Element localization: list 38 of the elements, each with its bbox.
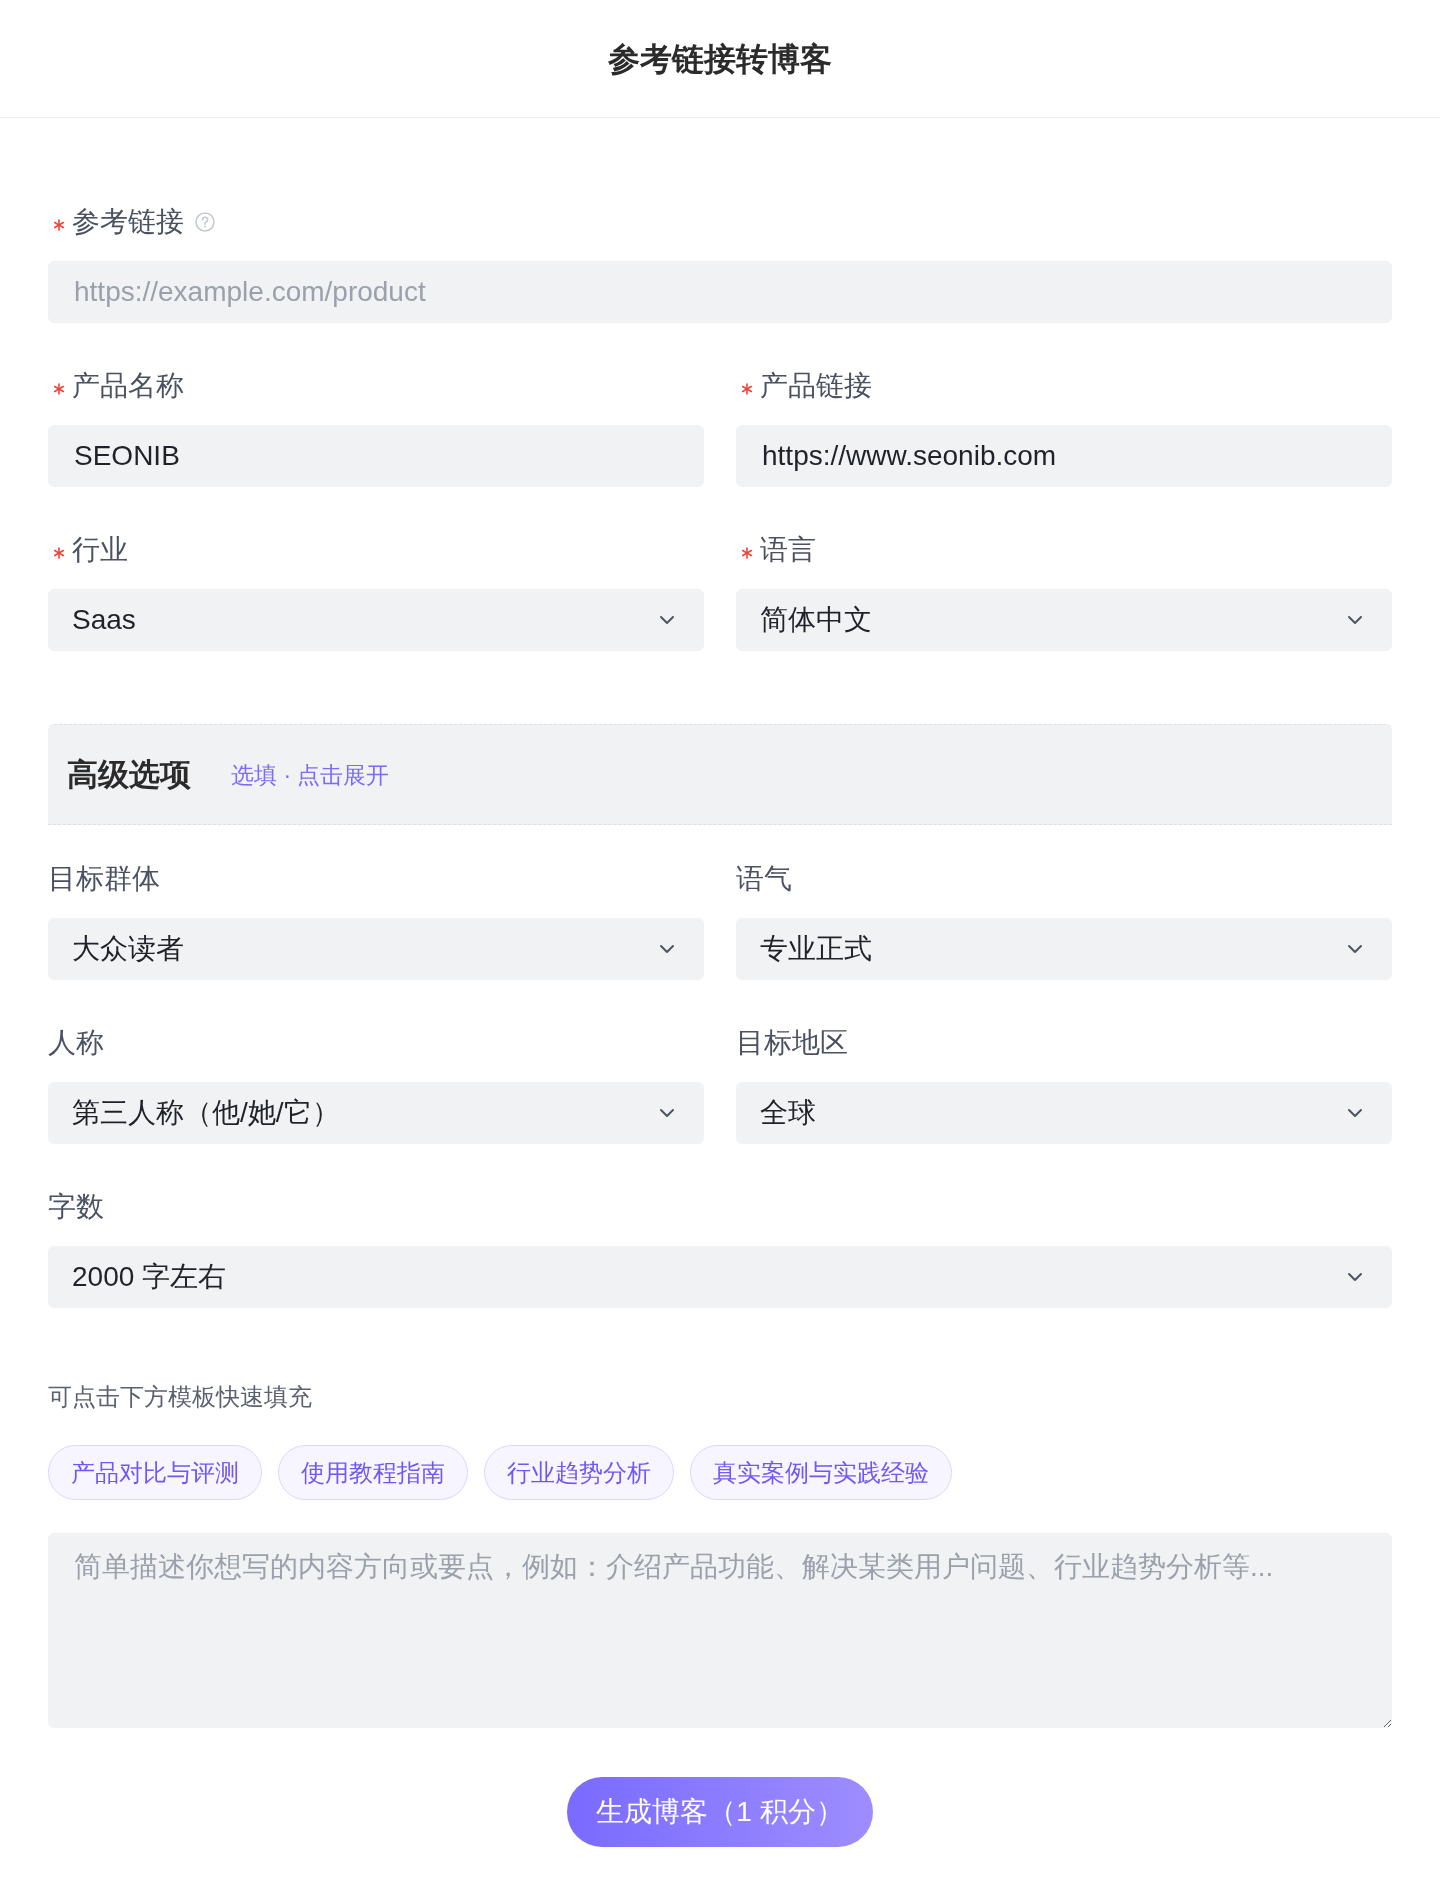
- field-label: 语气: [736, 862, 792, 896]
- template-chip[interactable]: 产品对比与评测: [48, 1445, 262, 1500]
- chevron-down-icon: [659, 1108, 675, 1118]
- chevron-down-icon: [1347, 1108, 1363, 1118]
- field-label: 字数: [48, 1190, 104, 1224]
- advanced-options-header[interactable]: 高级选项 选填 · 点击展开: [48, 724, 1392, 825]
- template-chip[interactable]: 行业趋势分析: [484, 1445, 674, 1500]
- chevron-down-icon: [1347, 615, 1363, 625]
- dropdown[interactable]: Saas: [48, 589, 704, 651]
- chevron-down-icon: [1347, 1272, 1363, 1282]
- field-label: 语言: [760, 533, 816, 567]
- field-label: 产品名称: [72, 369, 184, 403]
- text-input[interactable]: https://example.com/product: [48, 261, 1392, 323]
- chevron-down-icon: [659, 615, 675, 625]
- chevron-down-icon: [659, 944, 675, 954]
- dropdown[interactable]: 全球: [736, 1082, 1392, 1144]
- text-input[interactable]: SEONIB: [48, 425, 704, 487]
- advanced-options-title: 高级选项: [67, 755, 191, 794]
- description-textarea[interactable]: 简单描述你想写的内容方向或要点，例如：介绍产品功能、解决某类用户问题、行业趋势分析等...: [48, 1533, 1392, 1728]
- field-label: 参考链接: [72, 205, 184, 239]
- template-chip[interactable]: 使用教程指南: [278, 1445, 468, 1500]
- dropdown[interactable]: 简体中文: [736, 589, 1392, 651]
- template-chip[interactable]: 真实案例与实践经验: [690, 1445, 952, 1500]
- field-label: 目标地区: [736, 1026, 848, 1060]
- field-label: 产品链接: [760, 369, 872, 403]
- dropdown[interactable]: 专业正式: [736, 918, 1392, 980]
- field-label: 人称: [48, 1026, 104, 1060]
- dropdown[interactable]: 2000 字左右: [48, 1246, 1392, 1308]
- dropdown[interactable]: 大众读者: [48, 918, 704, 980]
- advanced-options-hint: 选填 · 点击展开: [231, 760, 390, 790]
- field-label: 目标群体: [48, 862, 160, 896]
- chevron-down-icon: [1347, 944, 1363, 954]
- text-input[interactable]: https://www.seonib.com: [736, 425, 1392, 487]
- dropdown[interactable]: 第三人称（他/她/它）: [48, 1082, 704, 1144]
- template-hint: 可点击下方模板快速填充: [48, 1382, 313, 1412]
- help-icon[interactable]: [195, 212, 215, 232]
- field-label: 行业: [72, 533, 128, 567]
- page-title: 参考链接转博客: [608, 39, 832, 79]
